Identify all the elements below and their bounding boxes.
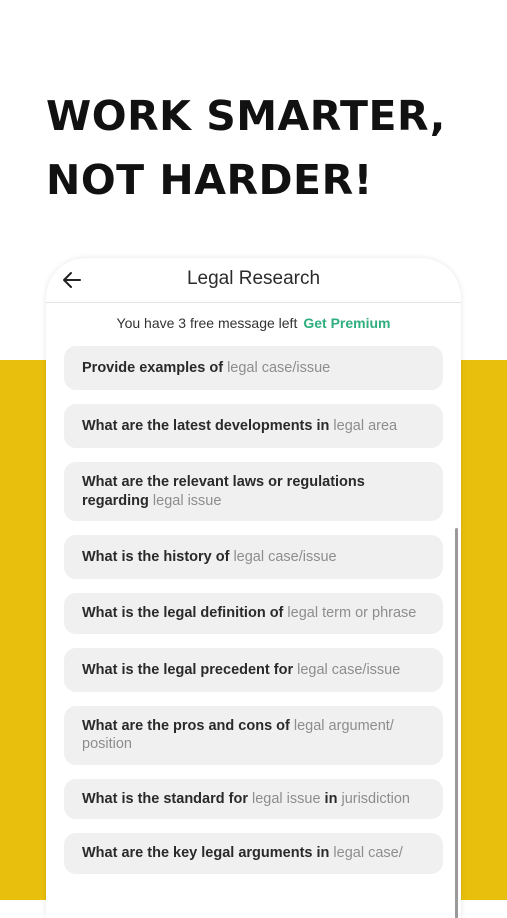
prompt-placeholder: legal issue: [152, 492, 222, 509]
prompt-card[interactable]: What is the history of legal case/issue: [64, 535, 443, 579]
headline-line-2: NOT HARDER!: [46, 156, 373, 204]
prompt-placeholder: legal case/issue: [233, 549, 337, 565]
headline: WORK SMARTER, NOT HARDER!: [46, 84, 446, 212]
prompt-text: What are the relevant laws or regulation…: [82, 474, 365, 509]
prompt-text: What are the pros and cons of: [82, 717, 290, 734]
prompt-card[interactable]: What are the relevant laws or regulation…: [64, 462, 443, 521]
page-title: Legal Research: [186, 268, 321, 289]
nav-bar: Legal Research: [46, 258, 461, 303]
prompt-text-tail: in: [324, 790, 338, 807]
prompt-text: What is the standard for: [82, 790, 248, 807]
phone-screen: Legal Research You have 3 free message l…: [46, 258, 461, 918]
prompt-placeholder: legal case/: [333, 845, 403, 861]
prompt-placeholder: legal case/issue: [227, 360, 331, 376]
prompt-card[interactable]: What is the standard for legal issue in …: [64, 778, 443, 819]
prompt-card[interactable]: What are the key legal arguments in lega…: [64, 833, 443, 874]
prompt-list: Provide examples of legal case/issue Wha…: [64, 346, 443, 888]
prompt-text: What is the legal precedent for: [82, 661, 294, 678]
prompt-placeholder: legal issue: [252, 790, 321, 807]
prompt-text: What are the key legal arguments in: [82, 845, 330, 861]
prompt-card[interactable]: What is the legal definition of legal te…: [64, 593, 443, 634]
prompt-placeholder: legal area: [333, 418, 398, 434]
prompt-text: What is the legal definition of: [82, 605, 284, 621]
prompt-placeholder-tail: jurisdiction: [341, 790, 410, 807]
free-messages-banner: You have 3 free message left Get Premium: [46, 315, 461, 331]
prompt-text: What are the latest developments in: [82, 418, 330, 434]
get-premium-link[interactable]: Get Premium: [303, 315, 390, 331]
prompt-card[interactable]: What is the legal precedent for legal ca…: [64, 647, 443, 692]
prompt-card[interactable]: What are the latest developments in lega…: [64, 404, 443, 448]
scrollbar[interactable]: [455, 528, 458, 918]
free-messages-text: You have 3 free message left: [116, 315, 298, 331]
headline-line-1: WORK SMARTER,: [46, 92, 446, 140]
prompt-placeholder: legal term or phrase: [287, 605, 417, 621]
prompt-placeholder: legal case/issue: [297, 661, 401, 678]
prompt-text: What is the history of: [82, 549, 230, 565]
prompt-text: Provide examples of: [82, 360, 224, 376]
prompt-card[interactable]: What are the pros and cons of legal argu…: [64, 705, 443, 765]
prompt-card[interactable]: Provide examples of legal case/issue: [64, 346, 443, 390]
